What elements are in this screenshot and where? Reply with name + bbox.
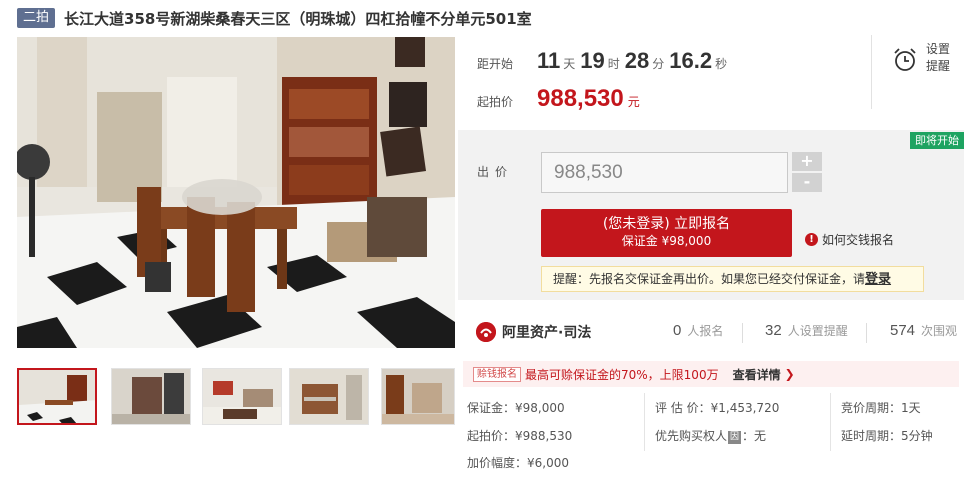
countdown-minutes-unit: 分 — [652, 57, 665, 71]
bid-panel: 即将开始 出价 988,530 + - (您未登录) 立即报名 保证金 ¥98,… — [458, 130, 964, 300]
countdown-seconds-unit: 秒 — [715, 57, 728, 71]
set-reminder-button[interactable]: 设置提醒 — [871, 35, 964, 109]
auction-details: 保证金：¥98,000 起拍价：¥988,530 加价幅度：¥6,000 评 估… — [458, 393, 964, 479]
how-to-pay-link[interactable]: ! 如何交钱报名 — [805, 231, 894, 248]
detail-start-price: 起拍价：¥988,530 — [467, 429, 573, 443]
promo-text: 最高可赊保证金的70%，上限100万 — [525, 367, 719, 382]
bid-stepper: + - — [792, 152, 822, 192]
start-price-unit: 元 — [627, 95, 640, 109]
detail-appraisal: 评 估 价：¥1,453,720 — [655, 401, 780, 415]
start-price-value: 988,530 — [537, 85, 624, 112]
thumbnail-1[interactable] — [17, 368, 97, 425]
bid-input-value: 988,530 — [554, 162, 623, 183]
login-link[interactable]: 登录 — [865, 272, 891, 287]
stat-reminders: 32 人设置提醒 — [765, 322, 848, 339]
stat-signups-number: 0 — [673, 322, 682, 339]
countdown-seconds: 16.2 — [669, 48, 713, 73]
login-tip: 提醒：先报名交保证金再出价。如果您已经交付保证金，请登录 — [541, 266, 924, 292]
stat-views-label: 次围观 — [921, 324, 958, 338]
thumbnail-strip — [17, 368, 455, 426]
stat-signups-label: 人报名 — [687, 324, 724, 338]
ali-asset-logo-icon — [476, 322, 496, 342]
countdown-hours-unit: 时 — [607, 57, 620, 71]
stat-views: 574 次围观 — [890, 322, 957, 339]
promo-tag: 赊钱报名 — [473, 366, 521, 382]
stat-signups: 0 人报名 — [673, 322, 723, 339]
start-price-label: 起拍价 — [477, 95, 514, 109]
thumbnail-3[interactable] — [202, 368, 282, 425]
signup-deposit-label: 保证金 ¥98,000 — [621, 234, 712, 248]
title-row: 二拍 长江大道358号新湖柴桑春天三区（明珠城）四杠拾幢不分单元501室 — [17, 7, 532, 29]
detail-bid-cycle: 竞价周期：1天 — [841, 401, 921, 415]
increase-bid-button[interactable]: + — [792, 152, 822, 171]
view-details-link[interactable]: 查看详情 — [733, 366, 781, 383]
status-badge: 即将开始 — [910, 132, 964, 149]
how-to-pay-label: 如何交钱报名 — [822, 233, 895, 247]
set-reminder-label: 设置提醒 — [926, 42, 951, 73]
stat-divider — [742, 323, 743, 343]
login-tip-text: 提醒：先报名交保证金再出价。如果您已经交付保证金，请 — [553, 272, 866, 286]
detail-priority-label: 优先购买权人 — [655, 429, 728, 443]
countdown-hours: 19 — [580, 48, 605, 73]
countdown: 距开始 11 天 19 时 28 分 16.2 秒 — [477, 48, 732, 73]
decrease-bid-button[interactable]: - — [792, 173, 822, 192]
thumbnail-4[interactable] — [289, 368, 369, 425]
detail-divider — [830, 393, 831, 451]
detail-priority: 优先购买权人因：无 — [655, 427, 766, 444]
detail-divider — [644, 393, 645, 451]
round-badge: 二拍 — [17, 8, 56, 28]
platform-name: 阿里资产·司法 — [502, 325, 592, 341]
thumbnail-2[interactable] — [111, 368, 191, 425]
page-title: 长江大道358号新湖柴桑春天三区（明珠城）四杠拾幢不分单元501室 — [64, 9, 532, 28]
detail-priority-value: ：无 — [742, 429, 767, 443]
detail-delay-cycle: 延时周期：5分钟 — [841, 429, 933, 443]
alarm-clock-icon — [894, 48, 916, 71]
stat-reminders-label: 人设置提醒 — [787, 324, 848, 338]
signup-button[interactable]: (您未登录) 立即报名 保证金 ¥98,000 — [541, 209, 792, 257]
countdown-label: 距开始 — [477, 57, 514, 71]
stat-reminders-number: 32 — [765, 322, 782, 339]
main-photo[interactable] — [17, 37, 455, 348]
countdown-minutes: 28 — [624, 48, 650, 73]
priority-info-tag[interactable]: 因 — [728, 431, 742, 444]
stat-divider — [866, 323, 867, 343]
detail-deposit: 保证金：¥98,000 — [467, 401, 565, 415]
platform-stats: 阿里资产·司法 0 人报名 32 人设置提醒 574 次围观 — [458, 313, 964, 351]
bid-label: 出价 — [477, 165, 514, 179]
platform-logo[interactable]: 阿里资产·司法 — [476, 322, 591, 342]
chevron-right-icon: ❯ — [784, 367, 795, 381]
thumbnail-5[interactable] — [381, 368, 455, 425]
signup-button-label: (您未登录) 立即报名 — [602, 216, 731, 232]
credit-promo: 赊钱报名 最高可赊保证金的70%，上限100万 查看详情 ❯ — [463, 361, 959, 387]
info-icon: ! — [805, 233, 818, 246]
stat-views-number: 574 — [890, 322, 916, 339]
countdown-days: 11 — [537, 48, 561, 73]
countdown-days-unit: 天 — [563, 57, 576, 71]
start-price: 起拍价 988,530 元 — [477, 85, 640, 113]
detail-increment: 加价幅度：¥6,000 — [467, 456, 569, 470]
auction-summary: 距开始 11 天 19 时 28 分 16.2 秒 起拍价 988,530 元 … — [458, 35, 964, 127]
bid-input[interactable]: 988,530 — [541, 152, 788, 193]
